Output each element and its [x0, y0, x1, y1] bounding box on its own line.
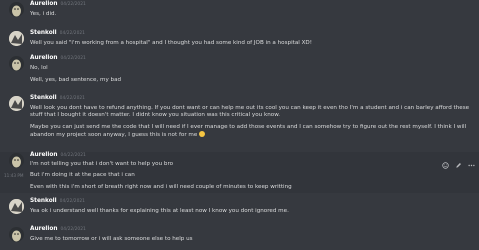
message-header: Aurelion 04/22/2021 — [30, 152, 86, 159]
hover-timestamp: 11:43 PM — [4, 173, 24, 178]
author-name[interactable]: Aurelion — [30, 1, 58, 7]
avatar-aurelion[interactable] — [9, 153, 24, 168]
author-name[interactable]: Aurelion — [30, 152, 58, 158]
timestamp: 04/22/2021 — [59, 31, 85, 36]
message-text: Maybe you can just send me the code that… — [30, 124, 470, 140]
message-text: But i'm doing it at the pace that i can — [30, 172, 135, 178]
avatar-stenkoll[interactable] — [9, 199, 24, 214]
message-text: I'm not telling you that i don't want to… — [30, 161, 174, 167]
author-name[interactable]: Aurelion — [30, 226, 58, 232]
message-text: Well, yes, bad sentence, my bad — [30, 77, 122, 83]
pencil-icon[interactable] — [455, 162, 462, 169]
message-text: Yes, i did. — [30, 11, 57, 17]
message-text: Yea ok i understand well thanks for expl… — [30, 208, 289, 214]
message-actions — [442, 162, 475, 169]
message-text: Well look you dont have to refund anythi… — [30, 105, 470, 119]
message-header: Aurelion 04/22/2021 — [30, 1, 86, 8]
author-name[interactable]: Stenkoll — [30, 95, 57, 101]
timestamp: 04/22/2021 — [60, 227, 86, 232]
avatar-stenkoll[interactable] — [9, 96, 24, 111]
message-text: No, lol — [30, 65, 48, 71]
timestamp: 04/22/2021 — [59, 96, 85, 101]
message-header: Aurelion 04/22/2021 — [30, 55, 86, 62]
message-text: Give me to tomorrow or i will ask someon… — [30, 236, 193, 242]
author-name[interactable]: Stenkoll — [30, 30, 57, 36]
message-text-content: Maybe you can just send me the code that… — [30, 124, 467, 139]
timestamp: 04/22/2021 — [60, 56, 86, 61]
avatar-aurelion[interactable] — [9, 56, 24, 71]
avatar-aurelion[interactable] — [9, 2, 24, 17]
chat-log: Aurelion 04/22/2021 Yes, i did. Stenkoll 0… — [0, 0, 479, 250]
message-text: Even with this i'm short of breath right… — [30, 184, 292, 190]
timestamp: 04/22/2021 — [60, 153, 86, 158]
more-options-icon[interactable] — [468, 162, 475, 169]
avatar-aurelion[interactable] — [9, 227, 24, 242]
author-name[interactable]: Aurelion — [30, 55, 58, 61]
smiling-face-emoji — [199, 131, 206, 138]
author-name[interactable]: Stenkoll — [30, 198, 57, 204]
message-header: Stenkoll 04/22/2021 — [30, 30, 85, 37]
avatar-stenkoll[interactable] — [9, 31, 24, 46]
message-header: Aurelion 04/22/2021 — [30, 226, 86, 233]
message-header: Stenkoll 04/22/2021 — [30, 95, 85, 102]
timestamp: 04/22/2021 — [60, 2, 86, 7]
message-text: Well you said "i'm working from a hospit… — [30, 40, 312, 46]
message-header: Stenkoll 04/22/2021 — [30, 198, 85, 205]
emoji-add-icon[interactable] — [442, 162, 449, 169]
timestamp: 04/22/2021 — [59, 199, 85, 204]
